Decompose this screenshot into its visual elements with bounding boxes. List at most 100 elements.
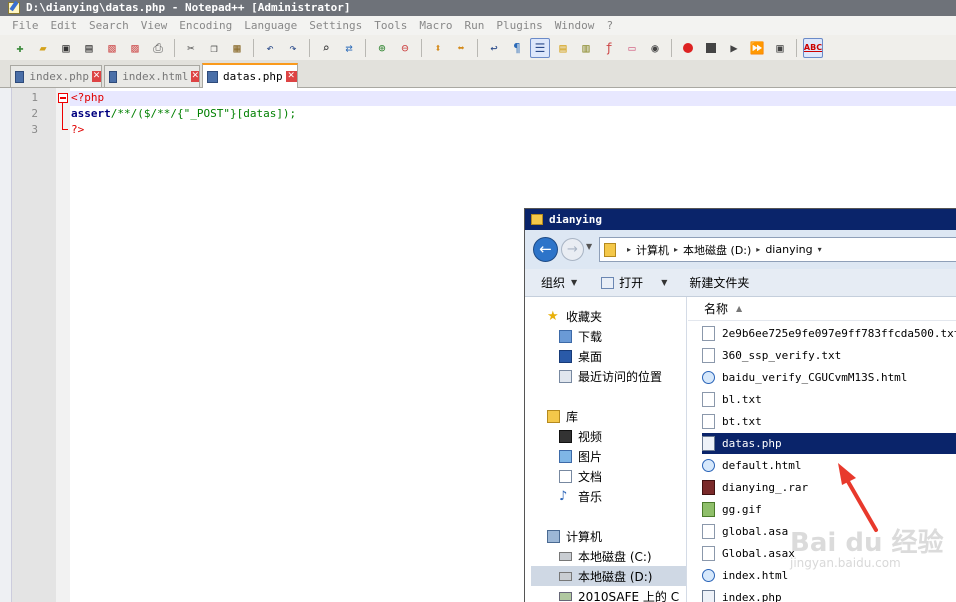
file-row[interactable]: default.html [702, 455, 956, 476]
copy-icon[interactable]: ❐ [204, 38, 224, 58]
word-wrap-icon[interactable]: ↩ [484, 38, 504, 58]
nav-item-music[interactable]: ♪ 音乐 [559, 486, 602, 506]
new-file-icon[interactable]: ✚ [10, 38, 30, 58]
nav-item-drive-d[interactable]: 本地磁盘 (D:) [531, 566, 686, 586]
udl-icon[interactable]: ▤ [553, 38, 573, 58]
column-header-name[interactable]: 名称 ▲ [688, 297, 956, 321]
notepad-tab-bar: index.php ✕ index.html ✕ datas.php ✕ [0, 60, 956, 88]
menu-help[interactable]: ? [600, 19, 619, 32]
open-button[interactable]: 打开 ▼ [601, 274, 667, 291]
show-all-chars-icon[interactable]: ¶ [507, 38, 527, 58]
breadcrumb-chevron-icon[interactable]: ▸ [674, 245, 678, 254]
recent-pages-chevron-icon[interactable]: ▼ [586, 242, 592, 251]
breadcrumb-chevron-icon[interactable]: ▸ [627, 245, 631, 254]
line-number: 1 [31, 91, 38, 104]
doc-map-icon[interactable]: ▥ [576, 38, 596, 58]
file-name: bt.txt [722, 415, 762, 428]
address-bar[interactable]: ▸ 计算机 ▸ 本地磁盘 (D:) ▸ dianying ▾ [599, 237, 956, 262]
nav-item-drive-c[interactable]: 本地磁盘 (C:) [559, 546, 652, 566]
play-macro-icon[interactable]: ▶ [724, 38, 744, 58]
forward-arrow-icon[interactable]: → [561, 238, 584, 261]
menu-search[interactable]: Search [83, 19, 135, 32]
back-arrow-icon[interactable]: ← [533, 237, 558, 262]
breadcrumb-chevron-icon[interactable]: ▸ [756, 245, 760, 254]
breadcrumb-dianying[interactable]: dianying [765, 243, 812, 256]
organize-button[interactable]: 组织 ▼ [541, 274, 577, 291]
zoom-out-icon[interactable]: ⊖ [395, 38, 415, 58]
record-macro-icon[interactable] [678, 38, 698, 58]
save-macro-icon[interactable]: ▣ [770, 38, 790, 58]
indent-guide-icon[interactable]: ☰ [530, 37, 550, 58]
function-list-icon[interactable]: ƒ [599, 38, 619, 58]
nav-item-documents[interactable]: 文档 [559, 466, 602, 486]
menu-run[interactable]: Run [458, 19, 490, 32]
menu-settings[interactable]: Settings [303, 19, 368, 32]
menu-view[interactable]: View [135, 19, 174, 32]
nav-item-pictures[interactable]: 图片 [559, 446, 602, 466]
nav-item-network-drive[interactable]: 2010SAFE 上的 C [559, 586, 679, 602]
tab-datas-php[interactable]: datas.php ✕ [202, 63, 298, 88]
file-row[interactable]: baidu_verify_CGUCvmM13S.html [702, 367, 956, 388]
tab-label: index.php [29, 70, 89, 83]
undo-icon[interactable]: ↶ [260, 38, 280, 58]
menu-plugins[interactable]: Plugins [490, 19, 548, 32]
menu-file[interactable]: File [6, 19, 45, 32]
drive-icon [559, 571, 572, 581]
redo-icon[interactable]: ↷ [283, 38, 303, 58]
menu-tools[interactable]: Tools [368, 19, 413, 32]
spell-check-icon[interactable]: ABC [803, 37, 823, 58]
stop-macro-icon[interactable] [701, 38, 721, 58]
save-all-icon[interactable]: ▤ [79, 38, 99, 58]
tab-close-icon[interactable]: ✕ [91, 71, 101, 82]
file-row[interactable]: 360_ssp_verify.txt [702, 345, 956, 366]
nav-item-desktop[interactable]: 桌面 [559, 346, 602, 366]
menu-macro[interactable]: Macro [413, 19, 458, 32]
file-row[interactable]: gg.gif [702, 499, 956, 520]
tab-index-html[interactable]: index.html ✕ [104, 65, 200, 87]
fold-margin[interactable] [56, 88, 70, 602]
save-icon[interactable]: ▣ [56, 38, 76, 58]
fold-collapse-icon[interactable] [58, 93, 68, 103]
nav-item-libraries[interactable]: 库 [547, 406, 578, 426]
menu-encoding[interactable]: Encoding [173, 19, 238, 32]
column-name-label: 名称 [704, 302, 729, 316]
file-row[interactable]: dianying_.rar [702, 477, 956, 498]
sync-vertical-icon[interactable]: ⬍ [428, 38, 448, 58]
new-folder-button[interactable]: 新建文件夹 [689, 274, 749, 291]
menu-language[interactable]: Language [238, 19, 303, 32]
cut-icon[interactable]: ✂ [181, 38, 201, 58]
zoom-in-icon[interactable]: ⊕ [372, 38, 392, 58]
open-file-icon[interactable]: ▰ [33, 38, 53, 58]
close-icon[interactable]: ▧ [102, 38, 122, 58]
folder-icon [531, 214, 543, 225]
nav-item-downloads[interactable]: 下载 [559, 326, 602, 346]
close-all-icon[interactable]: ▨ [125, 38, 145, 58]
nav-item-favorites[interactable]: ★ 收藏夹 [547, 306, 602, 326]
tab-close-icon[interactable]: ✕ [191, 71, 199, 82]
menu-edit[interactable]: Edit [45, 19, 84, 32]
breadcrumb-chevron-icon[interactable]: ▾ [818, 245, 822, 254]
folder-workspace-icon[interactable]: ▭ [622, 38, 642, 58]
file-row[interactable]: 2e9b6ee725e9fe097e9ff783ffcda500.txt [702, 323, 956, 344]
nav-item-computer[interactable]: 计算机 [547, 526, 602, 546]
nav-item-videos[interactable]: 视频 [559, 426, 602, 446]
breadcrumb-drive-d[interactable]: 本地磁盘 (D:) [683, 242, 751, 258]
file-row[interactable]: bt.txt [702, 411, 956, 432]
sync-horizontal-icon[interactable]: ⬌ [451, 38, 471, 58]
paste-icon[interactable]: ▦ [227, 38, 247, 58]
toolbar-separator [477, 38, 478, 57]
php-file-icon [702, 436, 715, 451]
monitoring-icon[interactable]: ◉ [645, 38, 665, 58]
file-row[interactable]: bl.txt [702, 389, 956, 410]
find-icon[interactable]: ⌕ [316, 38, 336, 58]
tab-index-php[interactable]: index.php ✕ [10, 65, 102, 87]
run-macro-multiple-icon[interactable]: ⏩ [747, 38, 767, 58]
replace-icon[interactable]: ⇄ [339, 38, 359, 58]
breadcrumb-computer[interactable]: 计算机 [636, 242, 669, 258]
file-row[interactable]: index.php [702, 587, 956, 602]
file-row-selected[interactable]: datas.php [702, 433, 956, 454]
print-icon[interactable]: ⎙ [148, 38, 168, 58]
menu-window[interactable]: Window [549, 19, 601, 32]
tab-close-icon[interactable]: ✕ [285, 71, 297, 82]
nav-item-recent[interactable]: 最近访问的位置 [559, 366, 662, 386]
